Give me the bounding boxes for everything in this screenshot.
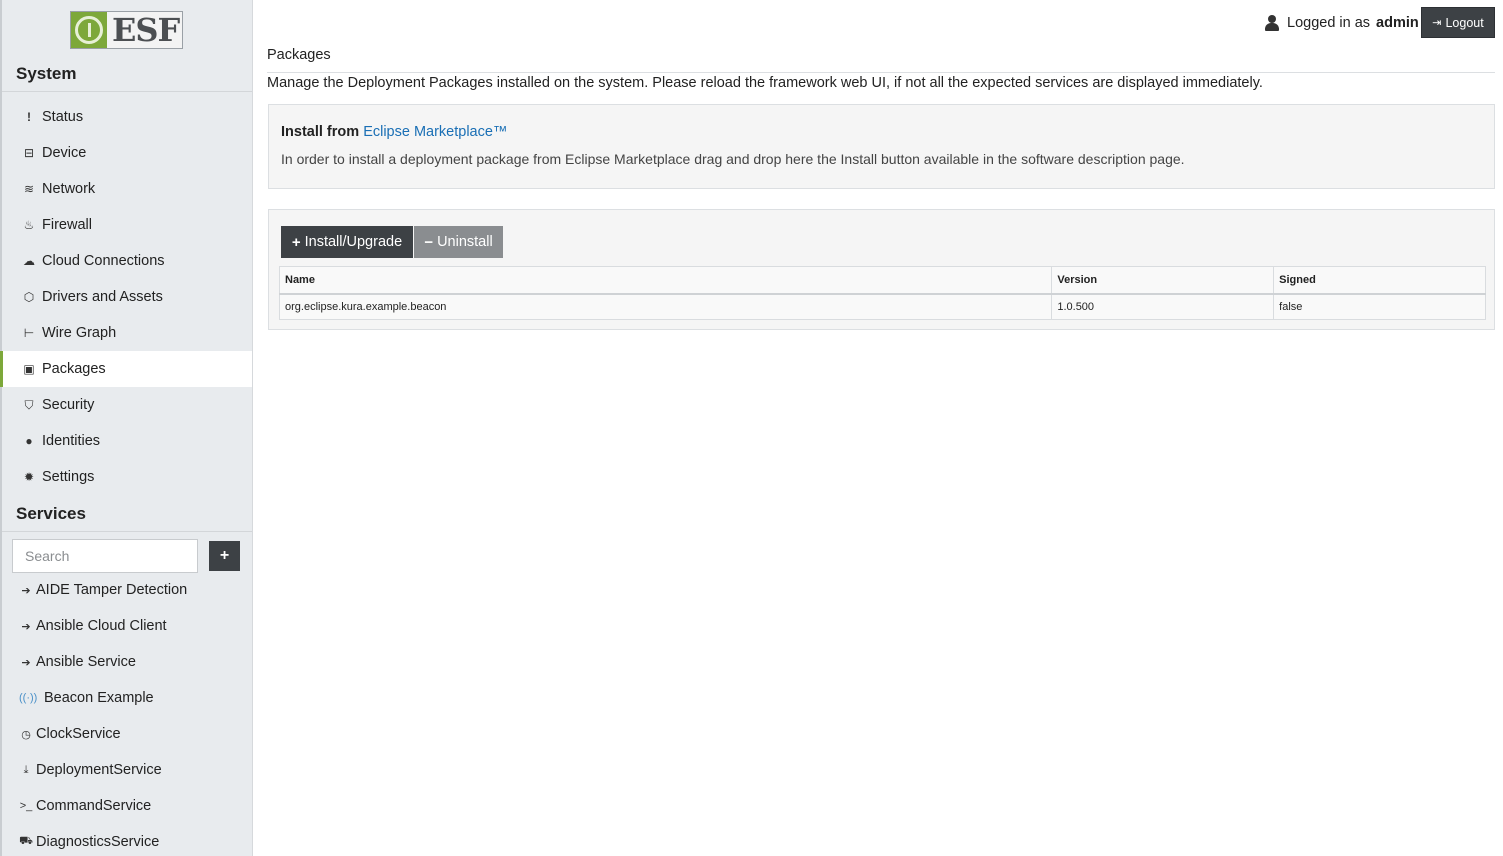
packages-table: Name Version Signed org.eclipse.kura.exa… — [278, 266, 1486, 320]
sidebar-item-label: Settings — [42, 469, 95, 485]
sidebar-item-label: Firewall — [42, 217, 92, 233]
terminal-icon: >_ — [19, 800, 33, 812]
sidebar-item-label: Cloud Connections — [42, 253, 165, 269]
service-item-label: Ansible Service — [36, 654, 136, 670]
sitemap-icon: ⊢ — [23, 326, 35, 340]
service-item-label: ClockService — [36, 726, 121, 742]
page-description: Manage the Deployment Packages installed… — [267, 75, 1263, 91]
service-item-clockservice[interactable]: ◷ ClockService — [2, 716, 252, 752]
sidebar-item-label: Packages — [42, 361, 106, 377]
package-version-cell: 1.0.500 — [1051, 293, 1275, 320]
system-section-title: System — [16, 64, 77, 83]
chevron-circle-right-icon: ➔ — [21, 620, 31, 633]
install-from-label: Install from — [281, 124, 360, 140]
logged-in-label: Logged in as — [1287, 15, 1371, 31]
wifi-icon: ≋ — [23, 182, 35, 196]
service-item-label: Beacon Example — [44, 690, 154, 706]
logout-button[interactable]: ⇥ Logout — [1421, 7, 1495, 38]
service-item-deploymentservice[interactable]: ⤓ DeploymentService — [2, 752, 252, 788]
sidebar: ESF System ! Status ⊟ Device ≋ Network ♨… — [0, 0, 253, 856]
divider — [2, 91, 252, 92]
service-item-label: DeploymentService — [36, 762, 162, 778]
add-service-button[interactable]: + — [209, 541, 240, 571]
uninstall-label: Uninstall — [437, 234, 493, 250]
uninstall-button[interactable]: − Uninstall — [414, 226, 503, 258]
service-item-ansible-cloud-client[interactable]: ➔ Ansible Cloud Client — [2, 608, 252, 644]
logout-label: Logout — [1445, 15, 1484, 30]
service-item-beacon-example[interactable]: ((·)) Beacon Example — [2, 680, 252, 716]
sidebar-item-label: Network — [42, 181, 96, 197]
user-icon: ● — [25, 434, 33, 448]
service-item-commandservice[interactable]: >_ CommandService — [2, 788, 252, 824]
sidebar-item-label: Wire Graph — [42, 325, 117, 341]
divider — [267, 72, 1495, 73]
sidebar-item-label: Identities — [42, 433, 101, 449]
package-name-cell: org.eclipse.kura.example.beacon — [278, 293, 1053, 320]
service-item-aide-tamper-detection[interactable]: ➔ AIDE Tamper Detection — [2, 572, 252, 608]
ambulance-icon: ⛟ — [19, 835, 33, 847]
service-item-label: CommandService — [36, 798, 152, 814]
sidebar-item-device[interactable]: ⊟ Device — [2, 135, 252, 171]
sidebar-item-drivers-and-assets[interactable]: ⬡ Drivers and Assets — [2, 279, 252, 315]
marketplace-description: In order to install a deployment package… — [281, 151, 1185, 167]
divider — [2, 531, 252, 532]
minus-icon: − — [424, 233, 434, 251]
username: admin — [1376, 15, 1419, 31]
user-status: Logged in as admin — [1265, 13, 1419, 33]
sidebar-item-packages[interactable]: ▣ Packages — [0, 351, 252, 387]
service-item-diagnosticsservice[interactable]: ⛟ DiagnosticsService — [2, 824, 252, 856]
sidebar-item-security[interactable]: ⛉ Security — [2, 387, 252, 423]
package-signed-cell: false — [1273, 293, 1486, 320]
sidebar-item-network[interactable]: ≋ Network — [2, 171, 252, 207]
sidebar-item-label: Device — [42, 145, 87, 161]
table-row[interactable]: org.eclipse.kura.example.beacon 1.0.500 … — [278, 293, 1486, 320]
chevron-circle-right-icon: ➔ — [21, 584, 31, 597]
table-header-row: Name Version Signed — [278, 266, 1486, 295]
download-icon: ⤓ — [23, 763, 29, 776]
packages-panel: + Install/Upgrade − Uninstall Name Versi… — [268, 209, 1495, 330]
sidebar-item-firewall[interactable]: ♨ Firewall — [2, 207, 252, 243]
eclipse-marketplace-link[interactable]: Eclipse Marketplace™ — [363, 124, 507, 140]
chevron-circle-right-icon: ➔ — [21, 656, 31, 669]
marketplace-panel[interactable]: Install from Eclipse Marketplace™ In ord… — [268, 104, 1495, 189]
services-section-title: Services — [16, 504, 86, 523]
esf-logo[interactable]: ESF — [70, 11, 183, 49]
plus-icon: + — [291, 233, 301, 251]
gear-icon: ✹ — [23, 470, 35, 484]
exclamation-icon: ! — [27, 110, 31, 124]
service-item-label: Ansible Cloud Client — [36, 618, 167, 634]
marketplace-heading: Install from Eclipse Marketplace™ — [281, 124, 507, 140]
service-item-label: DiagnosticsService — [36, 834, 160, 850]
cube-icon: ⬡ — [23, 290, 35, 304]
install-upgrade-label: Install/Upgrade — [304, 234, 403, 250]
logo-emblem-icon — [71, 12, 107, 48]
sidebar-item-wire-graph[interactable]: ⊢ Wire Graph — [2, 315, 252, 351]
install-upgrade-button[interactable]: + Install/Upgrade — [281, 226, 413, 258]
service-item-ansible-service[interactable]: ➔ Ansible Service — [2, 644, 252, 680]
sidebar-item-status[interactable]: ! Status — [2, 99, 252, 135]
sidebar-item-identities[interactable]: ● Identities — [2, 423, 252, 459]
sidebar-item-label: Status — [42, 109, 84, 125]
shield-icon: ⛉ — [24, 397, 34, 412]
fire-icon: ♨ — [23, 218, 35, 232]
sidebar-item-cloud-connections[interactable]: ☁ Cloud Connections — [2, 243, 252, 279]
sign-out-icon: ⇥ — [1432, 17, 1442, 29]
sidebar-item-label: Security — [42, 397, 95, 413]
page-title: Packages — [267, 47, 331, 63]
column-header-signed[interactable]: Signed — [1273, 266, 1486, 295]
cloud-icon: ☁ — [23, 254, 35, 268]
services-search-input[interactable] — [12, 539, 198, 573]
logo-text: ESF — [112, 11, 180, 49]
hdd-icon: ⊟ — [23, 146, 35, 160]
sidebar-item-label: Drivers and Assets — [42, 289, 163, 305]
clock-icon: ◷ — [21, 728, 31, 741]
beacon-icon: ((·)) — [19, 692, 38, 704]
column-header-name[interactable]: Name — [278, 266, 1053, 295]
user-icon — [1265, 15, 1279, 31]
service-item-label: AIDE Tamper Detection — [36, 582, 188, 598]
sidebar-item-settings[interactable]: ✹ Settings — [2, 459, 252, 495]
column-header-version[interactable]: Version — [1051, 266, 1275, 295]
briefcase-icon: ▣ — [23, 362, 35, 376]
